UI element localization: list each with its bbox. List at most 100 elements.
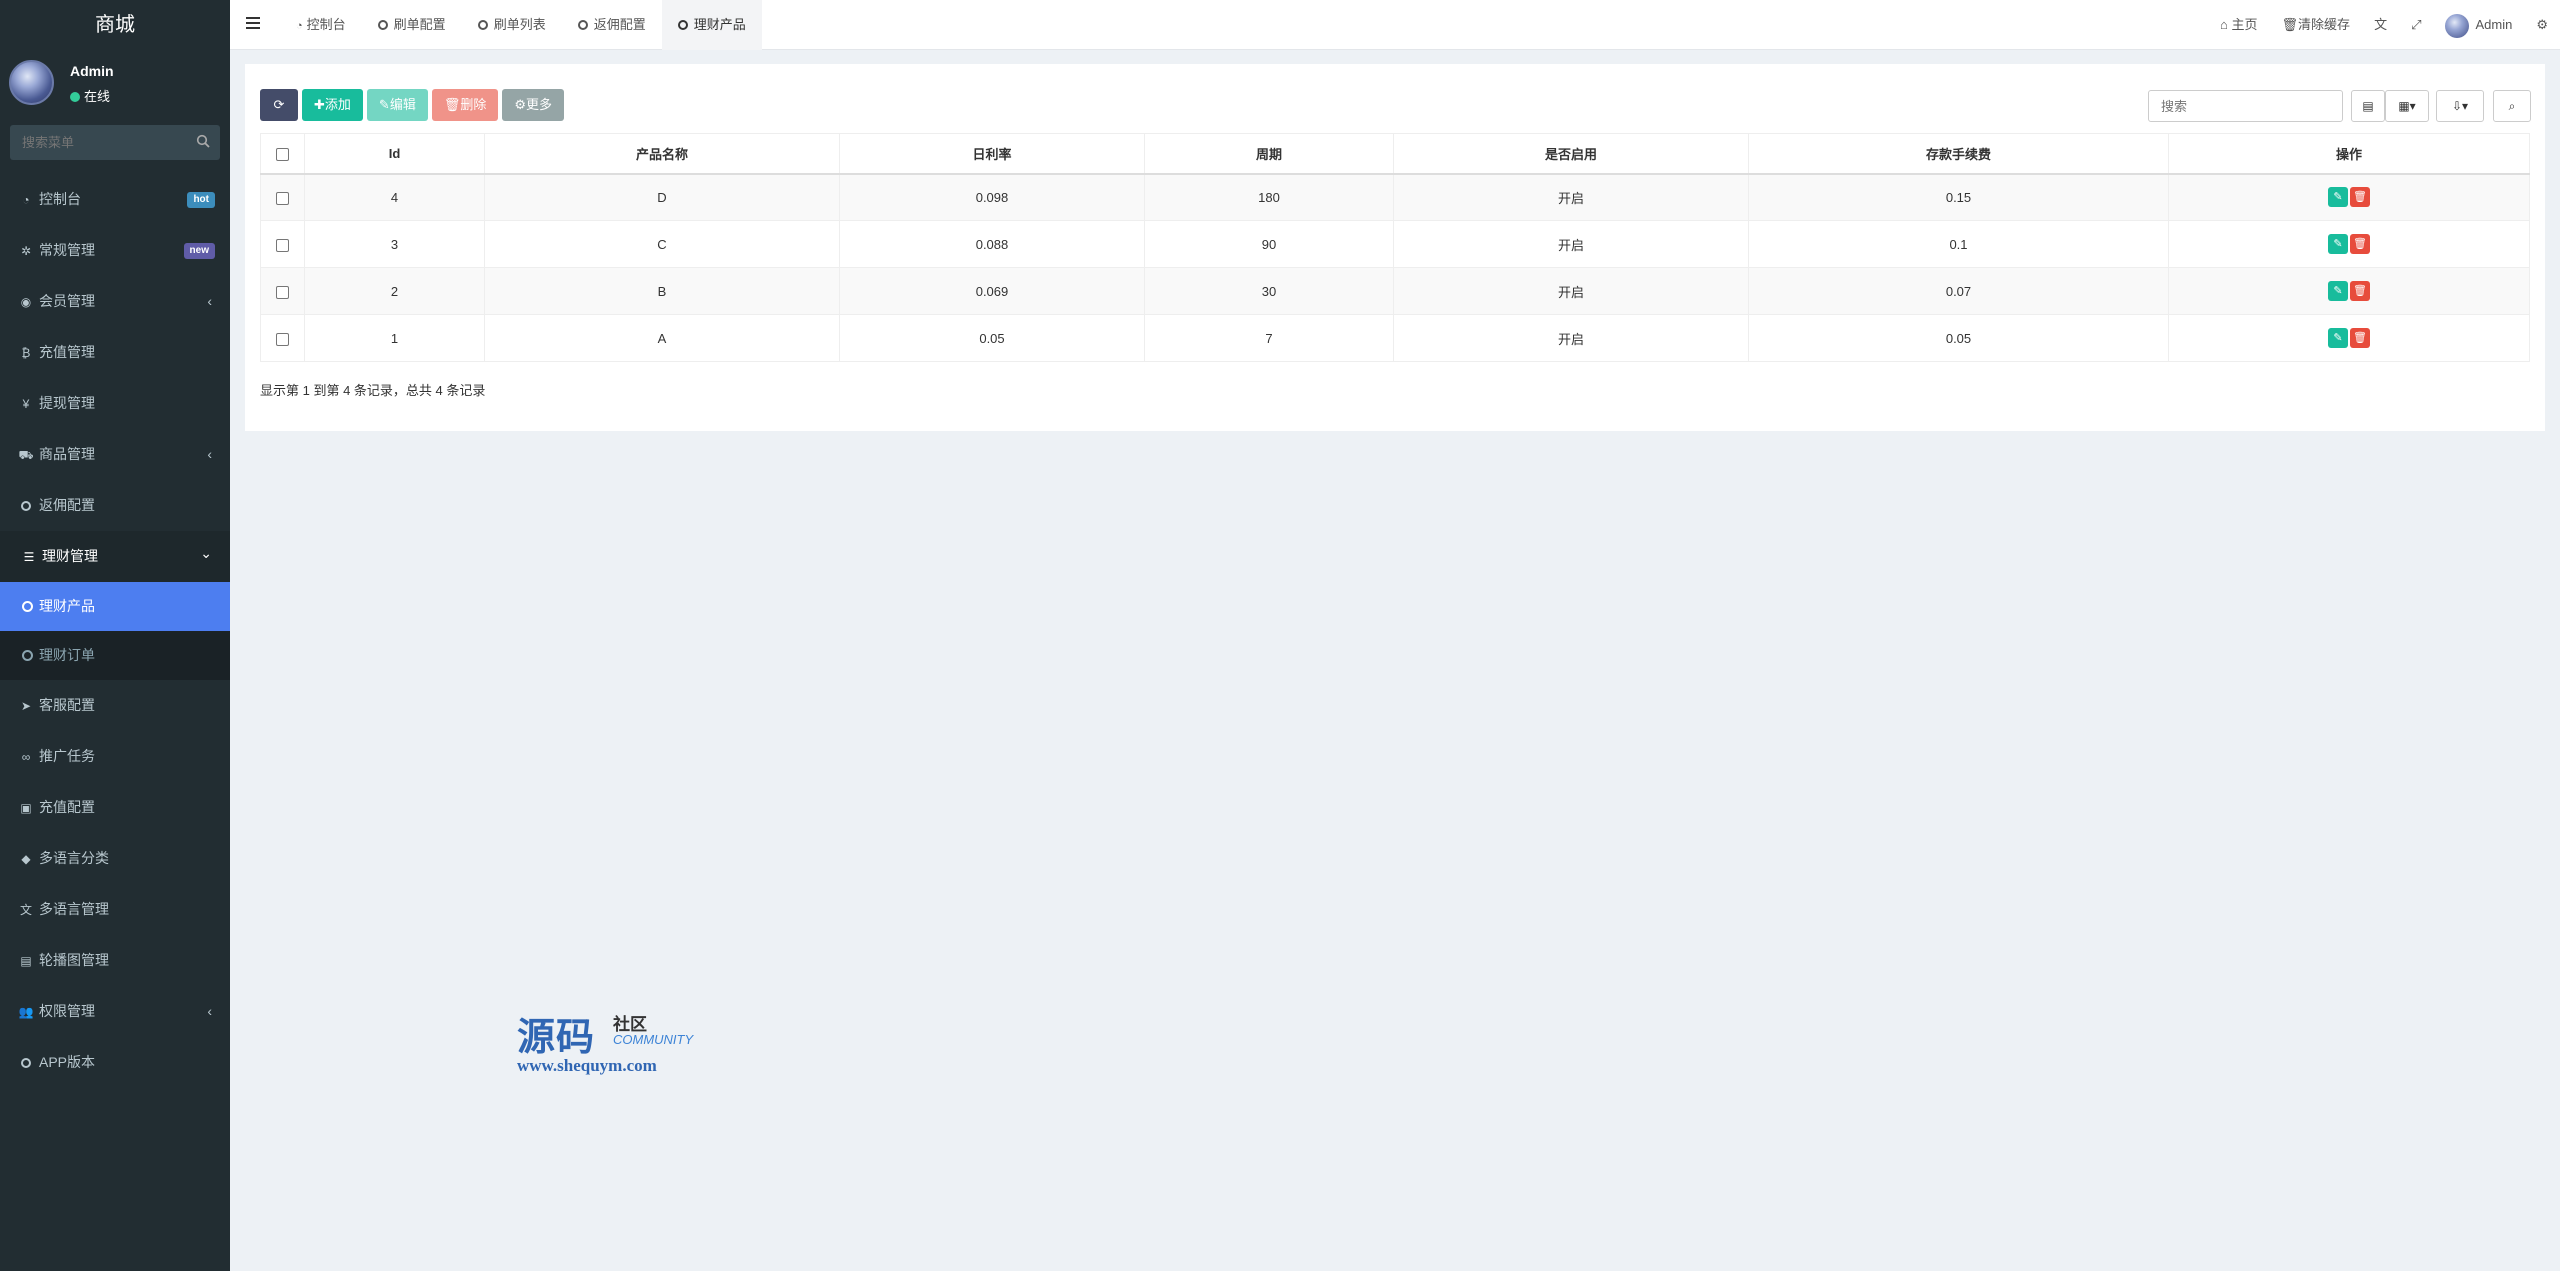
sidebar-item-general[interactable]: ✲ 常规管理 new <box>0 225 230 276</box>
grid-icon: ▦▾ <box>2398 99 2416 113</box>
sidebar-item-permissions[interactable]: 👥 权限管理 ‹ <box>0 986 230 1037</box>
home-link[interactable]: ⌂ 主页 <box>2208 0 2269 50</box>
sidebar-item-label: 多语言分类 <box>39 850 109 866</box>
row-checkbox[interactable] <box>276 332 289 346</box>
settings-icon[interactable]: ⚙ <box>2524 0 2560 50</box>
sidebar-subitem-finance-products[interactable]: 理财产品 <box>0 582 230 631</box>
menu-toggle-icon[interactable] <box>246 17 260 29</box>
add-button[interactable]: ✚添加 <box>302 89 363 121</box>
sidebar-item-customer-service[interactable]: ➤ 客服配置 <box>0 680 230 731</box>
delete-row-icon[interactable]: 🗑 <box>2350 328 2370 348</box>
search-button[interactable]: ⌕ <box>2493 90 2531 122</box>
row-checkbox[interactable] <box>276 191 289 205</box>
row-checkbox[interactable] <box>276 238 289 252</box>
online-dot-icon <box>70 92 80 102</box>
dashboard-icon: ◔ <box>22 193 30 207</box>
tab-label: 刷单列表 <box>493 17 546 32</box>
brand-title[interactable]: 商城 <box>0 0 230 50</box>
cell-actions: ✎ 🗑 <box>2168 220 2530 268</box>
sidebar-item-carousel[interactable]: ▤ 轮播图管理 <box>0 935 230 986</box>
fullscreen-icon[interactable]: ⤢ <box>2399 0 2433 50</box>
edit-row-icon[interactable]: ✎ <box>2328 234 2348 254</box>
cell-rate: 0.069 <box>839 267 1145 315</box>
col-fee[interactable]: 存款手续费 <box>1748 133 2169 175</box>
sidebar-subitem-label: 理财订单 <box>39 647 95 663</box>
chevron-left-icon: ‹ <box>207 1003 212 1019</box>
sidebar-item-withdraw[interactable]: ¥ 提现管理 <box>0 378 230 429</box>
table-search-input[interactable] <box>2148 90 2343 122</box>
cell-fee: 0.1 <box>1748 220 2169 268</box>
sidebar-search-input[interactable] <box>10 125 180 160</box>
sidebar-item-promotion[interactable]: ∞ 推广任务 <box>0 731 230 782</box>
col-period[interactable]: 周期 <box>1144 133 1394 175</box>
edit-button[interactable]: ✎编辑 <box>366 89 428 121</box>
col-enabled[interactable]: 是否启用 <box>1393 133 1749 175</box>
tab-commission-config[interactable]: 返佣配置 <box>562 0 662 50</box>
pagination-info: 显示第 1 到第 4 条记录，总共 4 条记录 <box>260 383 486 398</box>
sidebar-item-recharge[interactable]: ₿ 充值管理 <box>0 327 230 378</box>
sidebar-item-lang-category[interactable]: ◆ 多语言分类 <box>0 833 230 884</box>
home-label: 主页 <box>2231 17 2258 32</box>
sidebar-item-label: 多语言管理 <box>39 901 109 917</box>
col-name[interactable]: 产品名称 <box>484 133 840 175</box>
tab-label: 刷单配置 <box>393 17 446 32</box>
tab-dashboard[interactable]: ◔ 控制台 <box>280 0 362 50</box>
user-panel: Admin 在线 <box>0 50 230 120</box>
list-icon: ☰ <box>23 550 35 564</box>
sidebar-item-app-version[interactable]: APP版本 <box>0 1037 230 1088</box>
picture-icon: ▤ <box>20 954 32 968</box>
sidebar-item-label: 充值管理 <box>39 344 95 360</box>
delete-row-icon[interactable]: 🗑 <box>2350 281 2370 301</box>
hot-badge: hot <box>187 192 215 208</box>
delete-button[interactable]: 🗑删除 <box>431 89 499 121</box>
watermark-big-text: 源码 <box>517 1015 596 1059</box>
delete-row-icon[interactable]: 🗑 <box>2350 234 2370 254</box>
delete-row-icon[interactable]: 🗑 <box>2350 187 2370 208</box>
select-all-checkbox[interactable] <box>276 147 289 161</box>
tab-finance-products[interactable]: 理财产品 <box>661 0 762 50</box>
sidebar-item-label: 商品管理 <box>39 446 95 462</box>
cell-name: B <box>484 267 840 315</box>
col-rate[interactable]: 日利率 <box>839 133 1145 175</box>
sidebar-item-lang-manage[interactable]: 文多语言管理 <box>0 884 230 935</box>
sidebar-subitem-finance-orders[interactable]: 理财订单 <box>0 631 230 680</box>
toggle-view-button[interactable]: ▤ <box>2351 90 2385 122</box>
sidebar-item-label: APP版本 <box>39 1054 96 1070</box>
cell-fee: 0.15 <box>1748 173 2169 221</box>
sidebar-item-dashboard[interactable]: ◔ 控制台 hot <box>0 174 230 225</box>
sidebar-item-label: 权限管理 <box>39 1003 95 1019</box>
refresh-button[interactable]: ⟳ <box>260 89 298 121</box>
edit-row-icon[interactable]: ✎ <box>2328 328 2348 348</box>
sidebar-item-label: 控制台 <box>39 191 81 207</box>
export-button[interactable]: ⇩▾ <box>2436 90 2484 122</box>
search-icon[interactable] <box>196 134 210 148</box>
tab-order-list[interactable]: 刷单列表 <box>462 0 562 50</box>
circle-icon <box>18 1038 34 1089</box>
edit-row-icon[interactable]: ✎ <box>2328 187 2348 208</box>
user-menu[interactable]: Admin <box>2433 0 2524 50</box>
table-row: 3 C 0.088 90 开启 0.1 ✎ 🗑 <box>260 220 2530 268</box>
finance-submenu: 理财产品 理财订单 <box>0 582 230 680</box>
sidebar-item-goods[interactable]: ⛟ 商品管理 ‹ <box>0 429 230 480</box>
tab-order-config[interactable]: 刷单配置 <box>362 0 462 50</box>
clear-cache-label: 清除缓存 <box>2298 17 2351 32</box>
sidebar-item-members[interactable]: ◉ 会员管理 ‹ <box>0 276 230 327</box>
top-navbar: ◔ 控制台 刷单配置 刷单列表 返佣配置 理财产品 ⌂ 主页 🗑清除缓存 文 ⤢ … <box>230 0 2560 50</box>
translate-icon[interactable]: 文 <box>2362 0 2399 50</box>
trash-icon: 🗑 <box>443 97 461 112</box>
sidebar-item-finance[interactable]: ☰ 理财管理 ⌄ <box>0 531 230 582</box>
sidebar-item-recharge-config[interactable]: ▣ 充值配置 <box>0 782 230 833</box>
clear-cache-button[interactable]: 🗑清除缓存 <box>2270 0 2363 50</box>
row-checkbox[interactable] <box>276 285 289 299</box>
sidebar-subitem-label: 理财产品 <box>39 598 95 614</box>
circle-icon <box>377 20 388 30</box>
col-id[interactable]: Id <box>304 133 485 175</box>
sidebar-item-commission[interactable]: 返佣配置 <box>0 480 230 531</box>
more-button[interactable]: ⚙更多 <box>502 89 565 121</box>
chevron-left-icon: ‹ <box>207 293 212 309</box>
edit-row-icon[interactable]: ✎ <box>2328 281 2348 301</box>
cell-fee: 0.07 <box>1748 267 2169 315</box>
cell-rate: 0.088 <box>839 220 1145 268</box>
cell-period: 90 <box>1144 220 1394 268</box>
columns-button[interactable]: ▦▾ <box>2385 90 2429 122</box>
